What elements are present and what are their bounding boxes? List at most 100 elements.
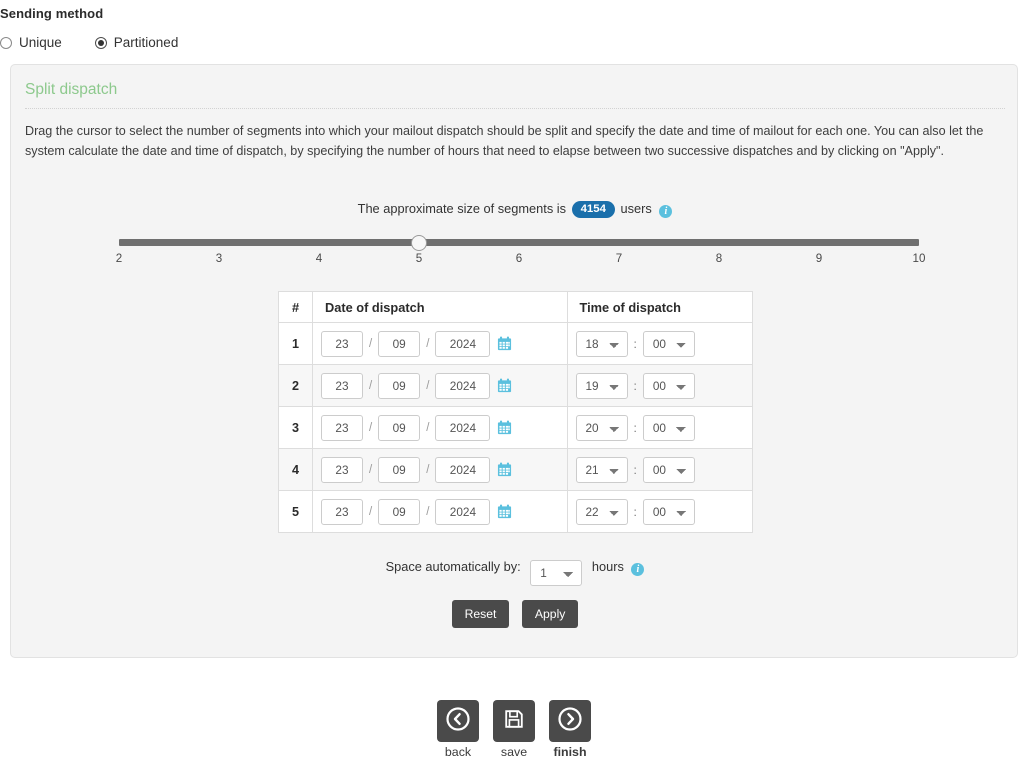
date-separator: /: [426, 337, 430, 350]
hour-select[interactable]: 20: [575, 414, 628, 441]
auto-spacing-unit: hours: [591, 559, 624, 574]
wizard-navigation: back save finish: [0, 700, 1028, 759]
radio-partitioned-label: Partitioned: [113, 35, 179, 50]
calendar-icon[interactable]: [497, 462, 512, 477]
day-input[interactable]: [320, 330, 363, 357]
slider-tick-3: 3: [215, 252, 223, 265]
segments-slider[interactable]: 2 3 4 5 6 7 8 9 10: [115, 233, 926, 279]
calendar-icon[interactable]: [497, 336, 512, 351]
year-input[interactable]: [435, 498, 491, 525]
calendar-icon[interactable]: [497, 378, 512, 393]
finish-button-box[interactable]: [549, 700, 591, 742]
time-separator: :: [633, 336, 637, 351]
row-number: 5: [278, 490, 313, 533]
date-cell: //: [311, 490, 568, 533]
time-separator: :: [633, 504, 637, 519]
table-row: 1//18:00: [278, 322, 753, 365]
calendar-icon[interactable]: [497, 504, 512, 519]
hour-select[interactable]: 22: [575, 498, 628, 525]
auto-spacing-row: Space automatically by: 1 hours i: [11, 559, 1019, 586]
panel-actions: Reset Apply: [11, 600, 1019, 628]
year-input[interactable]: [435, 414, 491, 441]
month-input[interactable]: [378, 414, 421, 441]
slider-tick-labels: 2 3 4 5 6 7 8 9 10: [115, 252, 926, 272]
time-separator: :: [633, 378, 637, 393]
finish-button[interactable]: finish: [549, 700, 591, 759]
hour-select[interactable]: 21: [575, 456, 628, 483]
column-header-number: #: [278, 291, 313, 323]
minute-select[interactable]: 00: [642, 456, 695, 483]
table-row: 2//19:00: [278, 364, 753, 407]
save-button-box[interactable]: [493, 700, 535, 742]
day-input[interactable]: [320, 456, 363, 483]
slider-handle[interactable]: [411, 235, 427, 251]
info-icon[interactable]: i: [659, 205, 673, 218]
slider-track[interactable]: [119, 239, 919, 246]
month-input[interactable]: [378, 456, 421, 483]
hour-select[interactable]: 19: [575, 372, 628, 399]
slider-tick-2: 2: [115, 252, 123, 265]
radio-unique-label: Unique: [19, 35, 62, 50]
back-button[interactable]: back: [437, 700, 479, 759]
slider-tick-6: 6: [515, 252, 523, 265]
time-separator: :: [633, 462, 637, 477]
time-cell: 21:00: [566, 448, 753, 491]
day-input[interactable]: [320, 372, 363, 399]
date-separator: /: [368, 337, 373, 350]
info-icon[interactable]: i: [631, 563, 645, 576]
time-separator: :: [633, 420, 637, 435]
slider-tick-5: 5: [415, 252, 423, 265]
date-separator: /: [426, 505, 430, 518]
segment-size-info: The approximate size of segments is 4154…: [11, 201, 1019, 218]
minute-select[interactable]: 00: [642, 330, 695, 357]
table-row: 3 / / 20:00: [278, 406, 753, 449]
chevron-left-circle-icon: [446, 706, 470, 736]
back-button-box[interactable]: [437, 700, 479, 742]
minute-select[interactable]: 00: [642, 498, 695, 525]
day-input[interactable]: [320, 498, 363, 525]
page-title: Sending method: [0, 6, 104, 21]
day-input[interactable]: [320, 414, 363, 441]
minute-select[interactable]: 00: [642, 372, 695, 399]
finish-button-label: finish: [553, 745, 587, 759]
radio-option-partitioned[interactable]: Partitioned: [94, 35, 179, 50]
panel-heading: Split dispatch: [25, 81, 1005, 109]
page-root: Sending method Unique Partitioned Split …: [0, 0, 1028, 765]
reset-button[interactable]: Reset: [451, 600, 510, 628]
segment-size-prefix: The approximate size of segments is: [357, 201, 567, 216]
time-cell: 19:00: [566, 364, 753, 407]
time-cell: 20:00: [566, 406, 753, 449]
sending-method-radio-group: Unique Partitioned: [0, 36, 178, 50]
month-input[interactable]: [378, 330, 421, 357]
date-separator: /: [368, 421, 373, 434]
date-separator: /: [368, 505, 373, 518]
table-row: 4//21:00: [278, 448, 753, 491]
calendar-icon[interactable]: [497, 420, 512, 435]
radio-option-unique[interactable]: Unique: [0, 36, 62, 50]
radio-partitioned-indicator[interactable]: [94, 36, 107, 49]
date-cell: //: [311, 448, 568, 491]
row-number: 3: [278, 406, 313, 449]
auto-spacing-select[interactable]: 1: [530, 560, 583, 586]
segment-size-badge: 4154: [571, 201, 615, 218]
date-separator: /: [426, 379, 430, 392]
date-separator: /: [426, 463, 430, 476]
year-input[interactable]: [435, 372, 491, 399]
slider-tick-8: 8: [715, 252, 723, 265]
slider-tick-9: 9: [815, 252, 823, 265]
month-input[interactable]: [378, 498, 421, 525]
month-input[interactable]: [378, 372, 421, 399]
radio-unique-indicator[interactable]: [0, 36, 12, 49]
time-cell: 22:00: [566, 490, 753, 533]
save-button[interactable]: save: [493, 700, 535, 759]
apply-button[interactable]: Apply: [521, 600, 579, 628]
slider-tick-7: 7: [615, 252, 623, 265]
minute-select[interactable]: 00: [642, 414, 695, 441]
date-separator: /: [368, 379, 373, 392]
year-input[interactable]: [435, 330, 491, 357]
hour-select[interactable]: 18: [575, 330, 628, 357]
date-separator: /: [426, 421, 430, 434]
panel-description: Drag the cursor to select the number of …: [25, 124, 984, 158]
back-button-label: back: [444, 745, 472, 759]
year-input[interactable]: [435, 456, 491, 483]
